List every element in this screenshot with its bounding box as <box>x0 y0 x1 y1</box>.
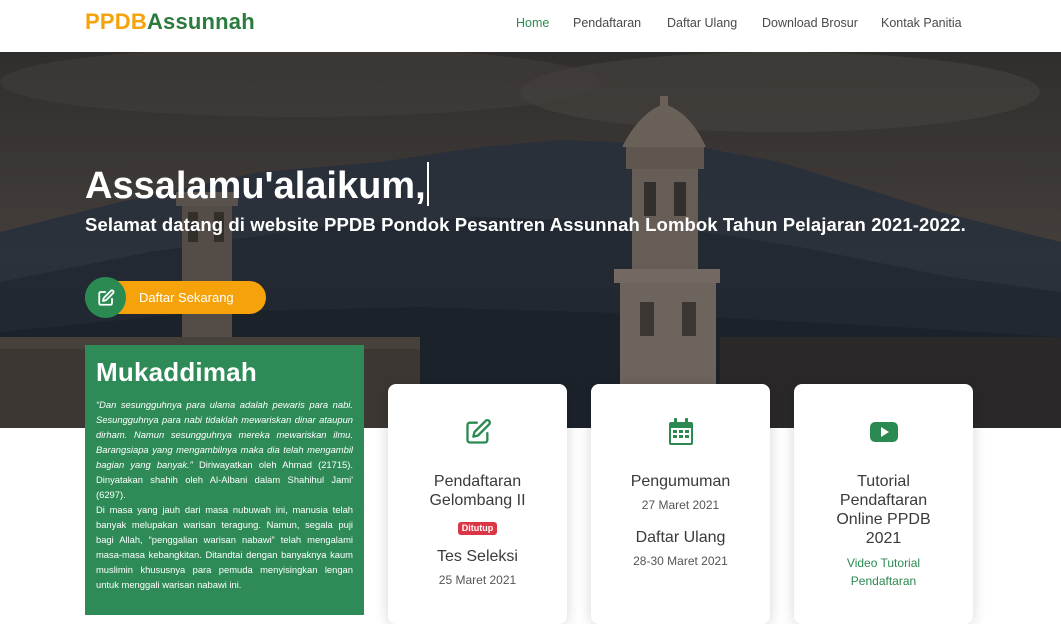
edit-icon <box>388 418 567 446</box>
card-tes-seleksi-date: 25 Maret 2021 <box>438 573 517 587</box>
top-navbar: PPDBAssunnah Home Pendaftaran Daftar Ula… <box>0 0 1061 52</box>
mukaddimah-panel: Mukaddimah “Dan sesungguhnya para ulama … <box>85 345 364 615</box>
card-pendaftaran-title: Pendaftaran Gelombang II <box>429 473 526 509</box>
mukaddimah-body: Di masa yang jauh dari masa nubuwah ini,… <box>96 504 353 590</box>
video-tutorial-link[interactable]: Video Tutorial Pendaftaran <box>794 554 973 590</box>
youtube-icon <box>794 422 973 442</box>
mukaddimah-title: Mukaddimah <box>96 357 257 387</box>
card-daftar-ulang-title: Daftar Ulang <box>635 529 726 546</box>
card-pengumuman-title: Pengumuman <box>630 473 731 490</box>
card-daftar-ulang-date: 28-30 Maret 2021 <box>633 554 728 568</box>
card-tes-seleksi-title: Tes Seleksi <box>437 548 518 565</box>
main-nav: Home Pendaftaran Daftar Ulang Download B… <box>0 16 1061 36</box>
daftar-sekarang-label: Daftar Sekarang <box>139 290 234 305</box>
mukaddimah-text: “Dan sesungguhnya para ulama adalah pewa… <box>96 397 353 592</box>
hero-greeting: Assalamu'alaikum, <box>85 162 429 208</box>
calendar-icon <box>591 418 770 446</box>
card-pengumuman-date: 27 Maret 2021 <box>641 498 720 512</box>
nav-home[interactable]: Home <box>516 16 549 30</box>
typing-cursor <box>426 162 429 206</box>
card-pendaftaran: Pendaftaran Gelombang II Ditutup Tes Sel… <box>388 384 567 624</box>
nav-kontak-panitia[interactable]: Kontak Panitia <box>881 16 962 30</box>
card-tutorial-title: Tutorial Pendaftaran Online PPDB 2021 <box>836 473 931 547</box>
nav-download-brosur[interactable]: Download Brosur <box>762 16 858 30</box>
card-pengumuman: Pengumuman 27 Maret 2021 Daftar Ulang 28… <box>591 384 770 624</box>
status-badge-ditutup: Ditutup <box>457 522 498 535</box>
nav-pendaftaran[interactable]: Pendaftaran <box>573 16 641 30</box>
edit-icon <box>85 277 126 318</box>
nav-daftar-ulang[interactable]: Daftar Ulang <box>667 16 737 30</box>
card-tutorial: Tutorial Pendaftaran Online PPDB 2021 Vi… <box>794 384 973 624</box>
hero-greeting-text: Assalamu'alaikum, <box>85 165 426 207</box>
hero-subtitle: Selamat datang di website PPDB Pondok Pe… <box>85 214 966 235</box>
daftar-sekarang-button[interactable]: Daftar Sekarang <box>85 277 266 318</box>
